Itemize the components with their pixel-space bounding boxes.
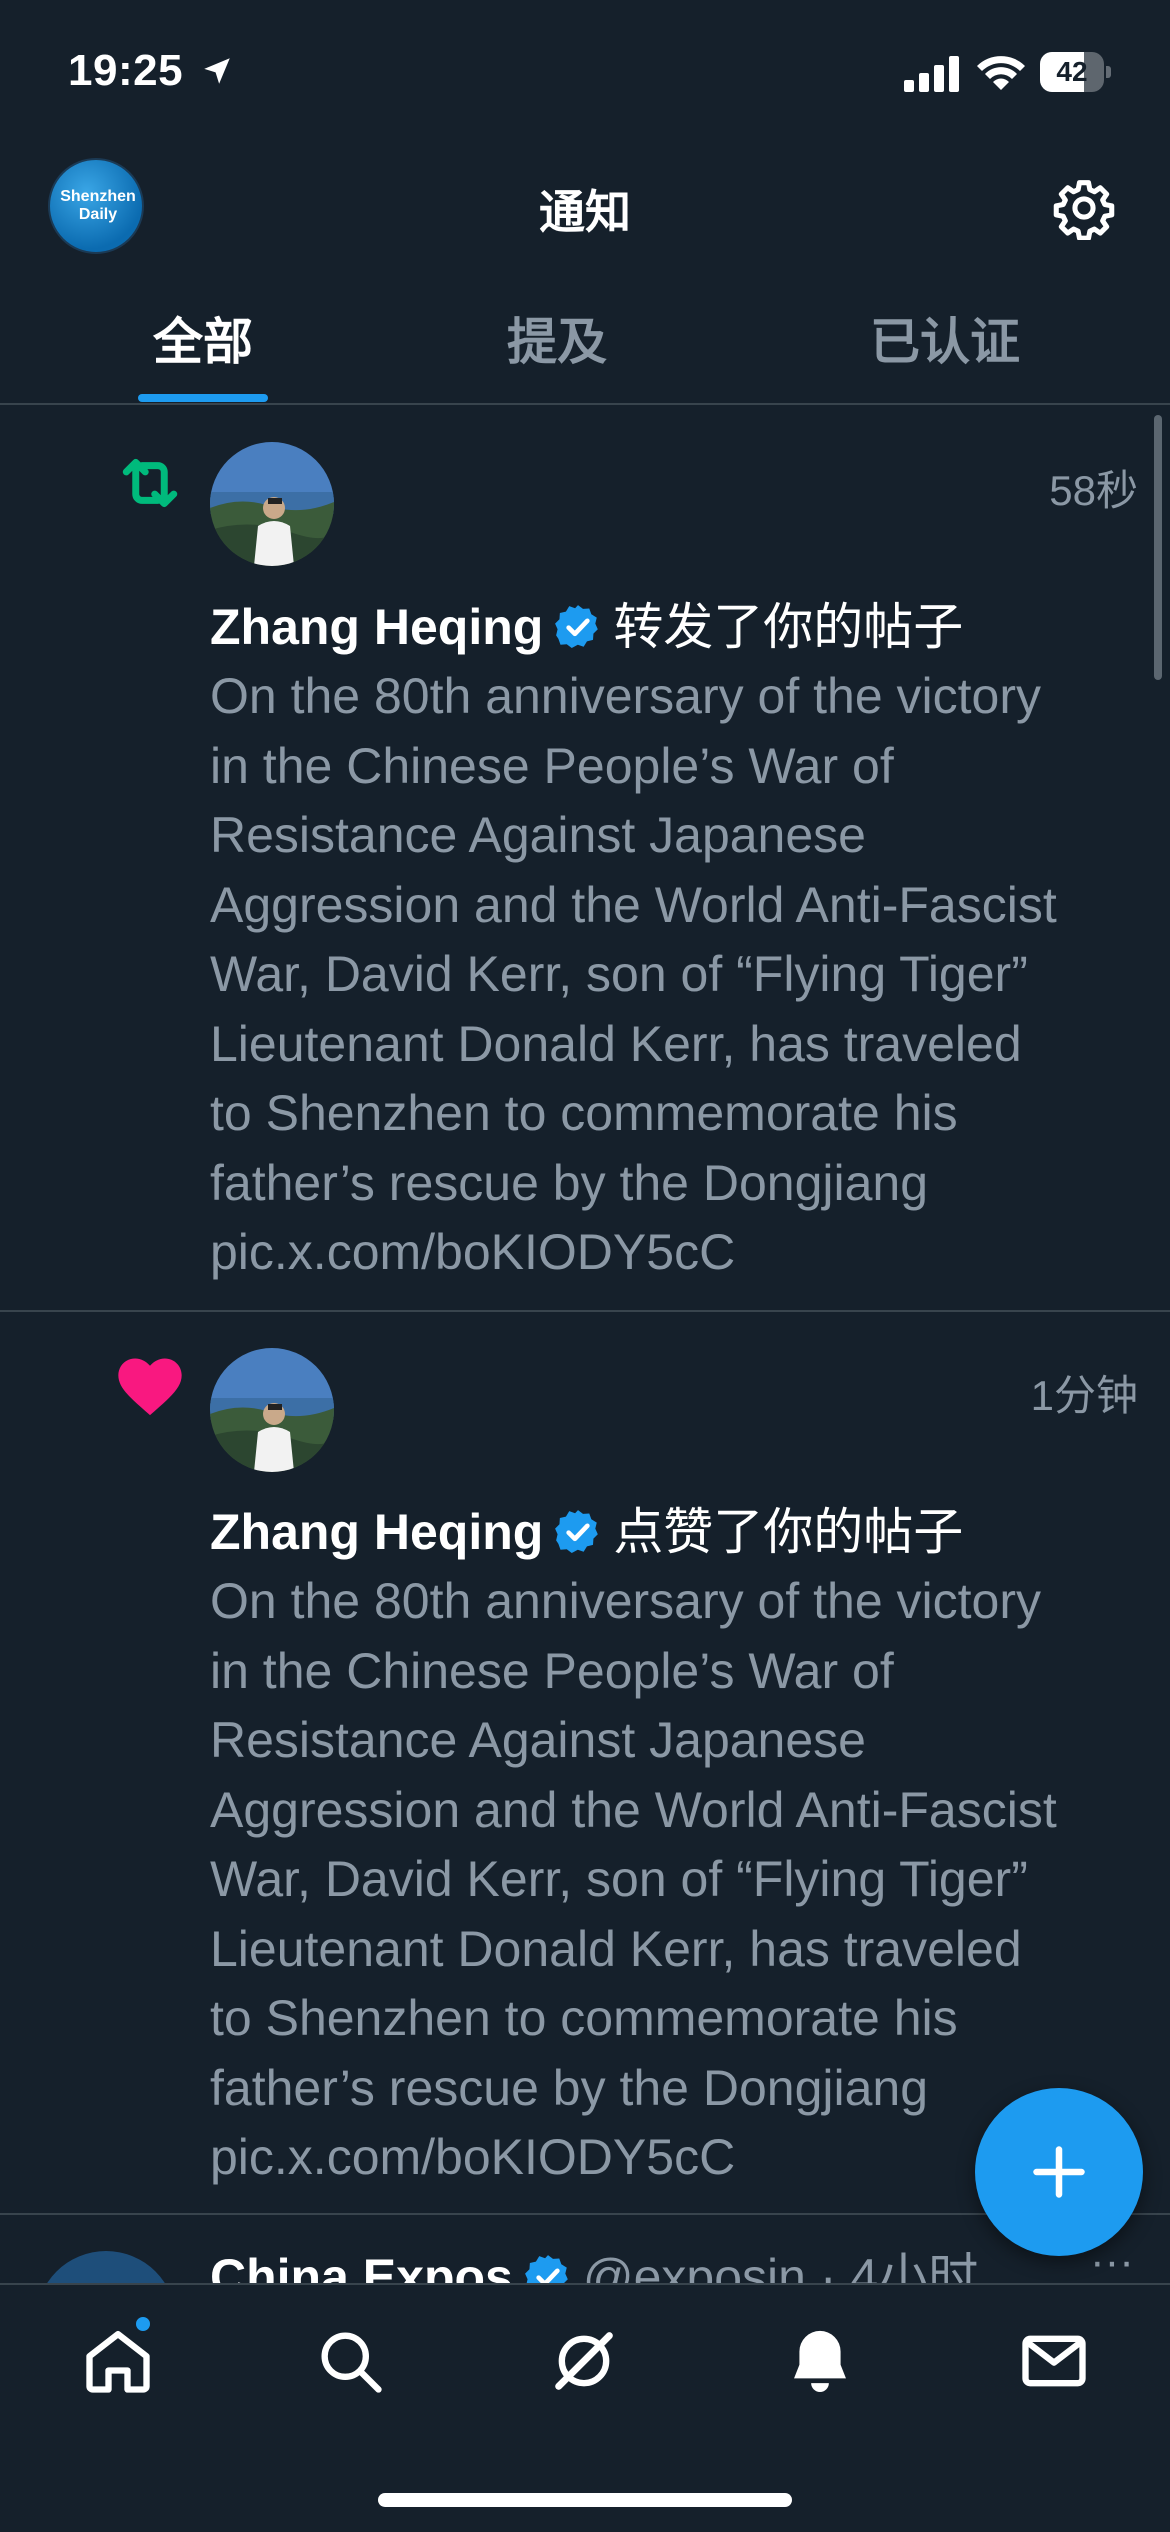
- notification-tabs: 全部 提及 已认证: [0, 290, 1170, 405]
- battery-level-text: 42: [1056, 56, 1088, 87]
- post-text-line: Resistance Against Japanese: [210, 1712, 866, 1768]
- tab-verified[interactable]: 已认证: [840, 302, 1050, 392]
- notification-item[interactable]: 1分钟 Zhang Heqing 点赞了你的帖子 On the 80th ann…: [0, 1312, 1170, 2215]
- mail-icon[interactable]: [1016, 2323, 1092, 2399]
- notification-action: 点赞了你的帖子: [613, 1504, 964, 1560]
- notifications-screen: 19:25 42 Shenzhen Daily 通知 全部 提及 已认证 58秒…: [0, 0, 1170, 2532]
- verified-badge-icon: [555, 605, 599, 649]
- signal-icon: [904, 56, 959, 92]
- heart-icon: [118, 1358, 182, 1416]
- post-text-line: War, David Kerr, son of “Flying Tiger”: [210, 946, 1028, 1002]
- notification-action: 转发了你的帖子: [613, 599, 964, 655]
- page-title: 通知: [539, 186, 631, 238]
- post-text-line: Aggression and the World Anti-Fascist: [210, 1781, 1057, 1838]
- repost-icon: [122, 458, 178, 508]
- location-arrow-icon: [204, 58, 230, 84]
- post-text-line: in the Chinese People’s War of: [210, 737, 894, 794]
- post-text-line: Lieutenant Donald Kerr, has traveled: [210, 1015, 1022, 1072]
- post-preview-text[interactable]: On the 80th anniversary of the victory i…: [210, 1567, 1140, 2193]
- status-bar: 19:25 42: [0, 0, 1170, 140]
- user-name[interactable]: China Expos: [210, 2249, 513, 2285]
- user-name[interactable]: Zhang Heqing: [210, 599, 543, 655]
- notification-item[interactable]: 58秒 Zhang Heqing 转发了你的帖子 On the 80th ann…: [0, 407, 1170, 1312]
- notification-dot: [134, 2315, 152, 2333]
- post-link[interactable]: pic.x.com/boKIODY5cC: [210, 1218, 1140, 1288]
- battery-icon: 42: [1040, 52, 1111, 92]
- post-text-line: War, David Kerr, son of “Flying Tiger”: [210, 1851, 1028, 1907]
- notification-time: 58秒: [1049, 467, 1138, 514]
- user-avatar[interactable]: [210, 442, 334, 566]
- notification-time: 1分钟: [1030, 1372, 1138, 1419]
- user-avatar[interactable]: [210, 1348, 334, 1472]
- post-text-line: father’s rescue by the Dongjiang: [210, 1154, 929, 1211]
- post-text-line: in the Chinese People’s War of: [210, 1642, 894, 1699]
- verified-badge-icon: [555, 1510, 599, 1554]
- notification-header: China Expos @exposin · 4小时: [210, 2237, 978, 2285]
- tab-mentions[interactable]: 提及: [472, 302, 642, 392]
- user-name[interactable]: Zhang Heqing: [210, 1504, 543, 1560]
- top-header: Shenzhen Daily 通知: [0, 140, 1170, 280]
- bell-icon[interactable]: [782, 2323, 858, 2399]
- status-time: 19:25: [68, 46, 184, 95]
- post-time: · 4小时: [819, 2249, 979, 2285]
- wifi-icon: [977, 56, 1025, 90]
- home-indicator[interactable]: [378, 2493, 792, 2507]
- notification-feed: 58秒 Zhang Heqing 转发了你的帖子 On the 80th ann…: [0, 407, 1170, 2215]
- post-text-line: Resistance Against Japanese: [210, 807, 866, 863]
- post-text-line: On the 80th anniversary of the victory: [210, 668, 1041, 724]
- post-text-line: to Shenzhen to commemorate his: [210, 1990, 958, 2046]
- post-text-line: On the 80th anniversary of the victory: [210, 1573, 1041, 1629]
- home-icon[interactable]: [80, 2323, 156, 2399]
- notification-header: Zhang Heqing 点赞了你的帖子: [210, 1492, 963, 1564]
- grok-icon[interactable]: [546, 2323, 622, 2399]
- tab-all[interactable]: 全部: [118, 302, 288, 392]
- plus-icon: [1033, 2146, 1085, 2198]
- active-tab-indicator: [138, 394, 268, 402]
- post-text-line: Lieutenant Donald Kerr, has traveled: [210, 1920, 1022, 1977]
- verified-badge-icon: [524, 2255, 568, 2285]
- gear-icon[interactable]: [1052, 176, 1116, 240]
- search-icon[interactable]: [312, 2323, 388, 2399]
- post-text-line: Aggression and the World Anti-Fascist: [210, 876, 1057, 933]
- post-text-line: to Shenzhen to commemorate his: [210, 1085, 958, 1141]
- post-preview-text[interactable]: On the 80th anniversary of the victory i…: [210, 662, 1140, 1288]
- user-avatar[interactable]: [36, 2251, 176, 2285]
- user-handle: @exposin: [582, 2249, 806, 2285]
- compose-button[interactable]: [975, 2088, 1143, 2256]
- notification-header: Zhang Heqing 转发了你的帖子: [210, 587, 963, 659]
